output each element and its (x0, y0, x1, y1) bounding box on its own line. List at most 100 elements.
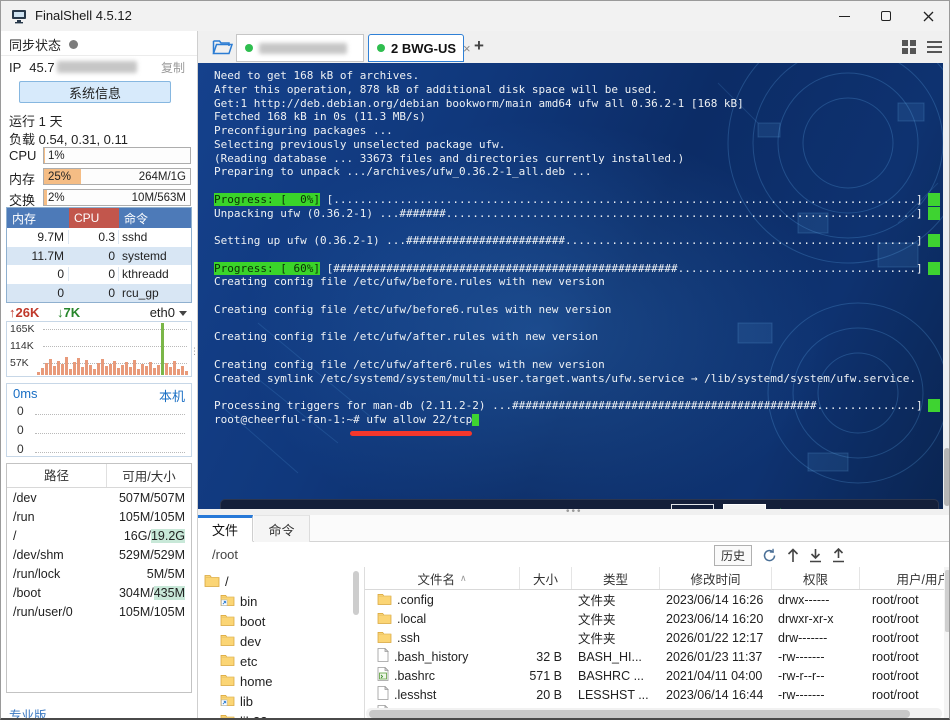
file-type-cell: BASHRC ... (572, 669, 660, 683)
file-table-vscrollbar[interactable] (944, 567, 950, 720)
file-row[interactable]: .bash_history32 BBASH_HI...2026/01/23 11… (365, 647, 944, 666)
column-header[interactable]: 文件名∧ (365, 567, 520, 589)
open-folder-icon[interactable] (212, 38, 233, 60)
tab-layout-grid-icon[interactable] (902, 40, 916, 54)
tree-item-bin[interactable]: bin (220, 591, 257, 611)
close-button[interactable] (907, 1, 949, 31)
progress-ok-block (928, 234, 940, 247)
file-row[interactable]: .lesshst20 BLESSHST ...2023/06/14 16:44-… (365, 685, 944, 704)
tree-item-label: dev (240, 634, 261, 649)
file-type-cell: LESSHST ... (572, 688, 660, 702)
process-table-header: 内存CPU命令 (7, 208, 191, 228)
disk-row[interactable]: /dev507M/507M (7, 488, 191, 507)
main-area: 2 BWG-US × + (198, 31, 950, 720)
tree-item-dev[interactable]: dev (220, 631, 261, 651)
terminal-prompt-line: root@cheerful-fan-1:~# ufw allow 22/tcp (214, 413, 940, 427)
tab-menu-icon[interactable] (927, 41, 942, 53)
session-tab-2-active[interactable]: 2 BWG-US × (368, 34, 464, 62)
traffic-bar (121, 365, 124, 375)
copy-ip-link[interactable]: 复制 (161, 59, 185, 76)
tree-item-etc[interactable]: etc (220, 651, 257, 671)
process-row[interactable]: 9.7M0.3sshd (7, 228, 191, 247)
column-header[interactable]: CPU (69, 208, 119, 228)
file-perm-cell: -rw------- (772, 650, 860, 664)
tree-item-label: / (225, 574, 229, 589)
scrollbar-thumb[interactable] (944, 448, 950, 506)
file-row[interactable]: .local文件夹2023/06/14 16:20drwxr-xr-xroot/… (365, 609, 944, 628)
file-mtime-cell: 2023/06/14 16:26 (660, 593, 772, 607)
tree-item-home[interactable]: home (220, 671, 273, 691)
file-name-cell: .bashrc (365, 667, 520, 684)
tree-item-lib[interactable]: lib (220, 691, 253, 711)
tab-commands[interactable]: 命令 (254, 515, 310, 542)
current-path[interactable]: /root (212, 547, 238, 562)
file-mtime-cell: 2026/01/23 11:37 (660, 650, 772, 664)
minimize-button[interactable] (823, 1, 865, 31)
file-row[interactable]: .ssh文件夹2026/01/22 12:17drw-------root/ro… (365, 628, 944, 647)
disk-row[interactable]: /16G/19.2G (7, 526, 191, 545)
ping-target[interactable]: 本机 (159, 386, 185, 405)
interface-selector[interactable]: eth0 (150, 305, 187, 320)
column-header[interactable]: 命令 (119, 208, 191, 228)
meter-fill (44, 190, 47, 205)
column-header[interactable]: 大小 (520, 567, 572, 589)
column-header[interactable]: 内存 (7, 208, 69, 228)
system-info-button[interactable]: 系统信息 (19, 81, 171, 103)
process-row[interactable]: 11.7M0systemd (7, 247, 191, 266)
file-row[interactable]: .bashrc571 BBASHRC ...2021/04/11 04:00-r… (365, 666, 944, 685)
disk-row[interactable]: /boot304M/435M (7, 583, 191, 602)
session-tab-1[interactable] (236, 34, 364, 62)
process-row[interactable]: 00kthreadd (7, 265, 191, 284)
file-owner-cell: root/root (860, 650, 944, 664)
traffic-bar (185, 371, 188, 375)
terminal-line (214, 289, 940, 303)
refresh-icon[interactable] (762, 548, 777, 563)
meter-percent: 25% (48, 171, 71, 183)
process-mem: 0 (7, 267, 69, 281)
tab-files[interactable]: 文件 (198, 515, 253, 542)
tree-item-lib32[interactable]: lib32 (220, 711, 267, 720)
column-header[interactable]: 用户/用户组 (860, 567, 944, 589)
column-header-path[interactable]: 路径 (7, 464, 107, 487)
meter-row: 内存25%264M/1G (1, 168, 197, 186)
maximize-button[interactable] (865, 1, 907, 31)
download-icon[interactable] (809, 548, 822, 563)
disk-row[interactable]: /run/user/0105M/105M (7, 602, 191, 621)
terminal-cursor (472, 414, 479, 426)
y-axis-label: 57K (10, 357, 29, 369)
column-header[interactable]: 权限 (772, 567, 860, 589)
column-header[interactable]: 修改时间 (660, 567, 772, 589)
file-mtime-cell: 2021/04/11 04:00 (660, 669, 772, 683)
new-tab-button[interactable]: + (474, 36, 484, 56)
file-row[interactable]: .config文件夹2023/06/14 16:26drwx------root… (365, 590, 944, 609)
scrollbar-thumb[interactable] (369, 710, 910, 718)
tree-scrollbar[interactable] (353, 571, 359, 615)
column-header[interactable]: 类型 (572, 567, 660, 589)
parent-directory-icon[interactable] (787, 548, 799, 563)
upload-icon[interactable] (832, 548, 845, 563)
traffic-bar (145, 366, 148, 375)
file-type-cell: 文件夹 (572, 590, 660, 609)
tab-close-icon[interactable]: × (463, 42, 471, 55)
gridline (35, 433, 185, 434)
folder-icon (377, 592, 392, 608)
path-history-button[interactable]: 历史 (714, 545, 752, 566)
terminal-line: Creating config file /etc/ufw/before.rul… (214, 275, 940, 289)
tree-item-root[interactable]: / (204, 571, 229, 591)
avail-size: 304M/435M (91, 586, 191, 600)
terminal[interactable]: Need to get 168 kB of archives.After thi… (198, 63, 950, 509)
terminal-line (214, 317, 940, 331)
sync-status-dot (69, 40, 78, 49)
meter-row: CPU1% (1, 147, 197, 165)
tree-item-boot[interactable]: boot (220, 611, 265, 631)
file-table-hscrollbar[interactable] (366, 708, 942, 719)
column-header-size[interactable]: 可用/大小 (107, 466, 191, 485)
disk-row[interactable]: /run105M/105M (7, 507, 191, 526)
process-row[interactable]: 00rcu_gp (7, 284, 191, 303)
disk-row[interactable]: /run/lock5M/5M (7, 564, 191, 583)
disk-row[interactable]: /dev/shm529M/529M (7, 545, 191, 564)
terminal-line: Processing triggers for man-db (2.11.2-2… (214, 399, 940, 413)
terminal-scrollbar[interactable] (943, 63, 950, 509)
scrollbar-thumb[interactable] (945, 570, 950, 632)
traffic-bar (61, 364, 64, 375)
